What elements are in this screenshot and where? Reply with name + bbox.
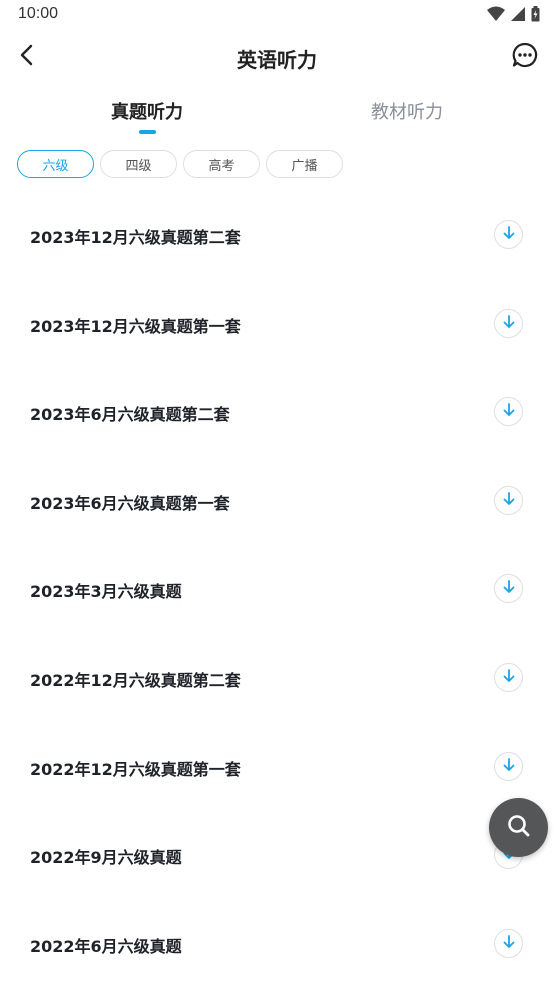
- tab-bar: 真题听力 教材听力: [0, 92, 554, 136]
- list-item[interactable]: 2022年12月六级真题第二套: [0, 633, 554, 722]
- list-item-title: 2023年6月六级真题第一套: [30, 493, 230, 513]
- tab-textbook-listening[interactable]: 教材听力: [337, 98, 477, 124]
- chip-cet4[interactable]: 四级: [100, 150, 177, 178]
- download-arrow-icon: [502, 314, 516, 333]
- download-button[interactable]: [494, 662, 523, 692]
- download-button[interactable]: [494, 220, 523, 249]
- wifi-icon: [487, 6, 505, 26]
- status-time: 10:00: [18, 5, 59, 22]
- status-bar: 10:00: [0, 0, 554, 32]
- tab-indicator: [139, 130, 156, 134]
- download-button[interactable]: [494, 308, 523, 338]
- list-item[interactable]: 2022年6月六级真题: [0, 899, 554, 984]
- download-arrow-icon: [502, 668, 516, 687]
- chip-cet6[interactable]: 六级: [17, 150, 94, 178]
- list-item[interactable]: 2023年6月六级真题第一套: [0, 456, 554, 545]
- list-item[interactable]: 2023年12月六级真题第二套: [0, 190, 554, 279]
- tab-real-exam-listening[interactable]: 真题听力: [77, 98, 217, 124]
- download-arrow-icon: [502, 225, 516, 244]
- battery-icon: [531, 6, 540, 26]
- list-item-title: 2022年6月六级真题: [30, 936, 182, 956]
- list-item-title: 2022年9月六级真题: [30, 848, 182, 868]
- exam-list: 2023年12月六级真题第二套 2023年12月六级真题第一套 2023年6月六…: [0, 190, 554, 984]
- list-item-title: 2023年3月六级真题: [30, 582, 182, 602]
- download-button[interactable]: [494, 574, 523, 604]
- signal-icon: [511, 6, 525, 26]
- download-arrow-icon: [502, 491, 516, 510]
- list-item-title: 2023年12月六级真题第一套: [30, 316, 241, 336]
- floating-search-button[interactable]: [489, 798, 548, 857]
- page-title: 英语听力: [237, 48, 317, 72]
- list-item[interactable]: 2023年3月六级真题: [0, 544, 554, 633]
- search-icon: [506, 813, 532, 843]
- list-item-title: 2023年6月六级真题第二套: [30, 405, 230, 425]
- status-icons: [487, 6, 540, 26]
- chip-broadcast[interactable]: 广播: [266, 150, 343, 178]
- list-item[interactable]: 2022年12月六级真题第一套: [0, 722, 554, 811]
- list-item[interactable]: 2023年6月六级真题第二套: [0, 367, 554, 456]
- list-item[interactable]: 2023年12月六级真题第一套: [0, 279, 554, 368]
- download-arrow-icon: [502, 402, 516, 421]
- download-arrow-icon: [502, 757, 516, 776]
- download-arrow-icon: [502, 579, 516, 598]
- list-item-title: 2023年12月六级真题第二套: [30, 228, 241, 247]
- message-button[interactable]: [510, 42, 540, 72]
- download-button[interactable]: [494, 485, 523, 515]
- download-button[interactable]: [494, 751, 523, 781]
- list-item-title: 2022年12月六级真题第二套: [30, 670, 241, 690]
- chat-bubble-icon: [512, 42, 538, 72]
- download-arrow-icon: [502, 934, 516, 953]
- list-item[interactable]: 2022年9月六级真题: [0, 810, 554, 899]
- app-header: 英语听力: [0, 32, 554, 82]
- chip-gaokao[interactable]: 高考: [183, 150, 260, 178]
- download-button[interactable]: [494, 928, 523, 958]
- filter-chips: 六级 四级 高考 广播: [17, 150, 343, 178]
- download-button[interactable]: [494, 397, 523, 427]
- list-item-title: 2022年12月六级真题第一套: [30, 759, 241, 779]
- screen: 10:00 英语听力 真题听力 教材听力 六级 四级 高考 广播 2023年12…: [0, 0, 554, 984]
